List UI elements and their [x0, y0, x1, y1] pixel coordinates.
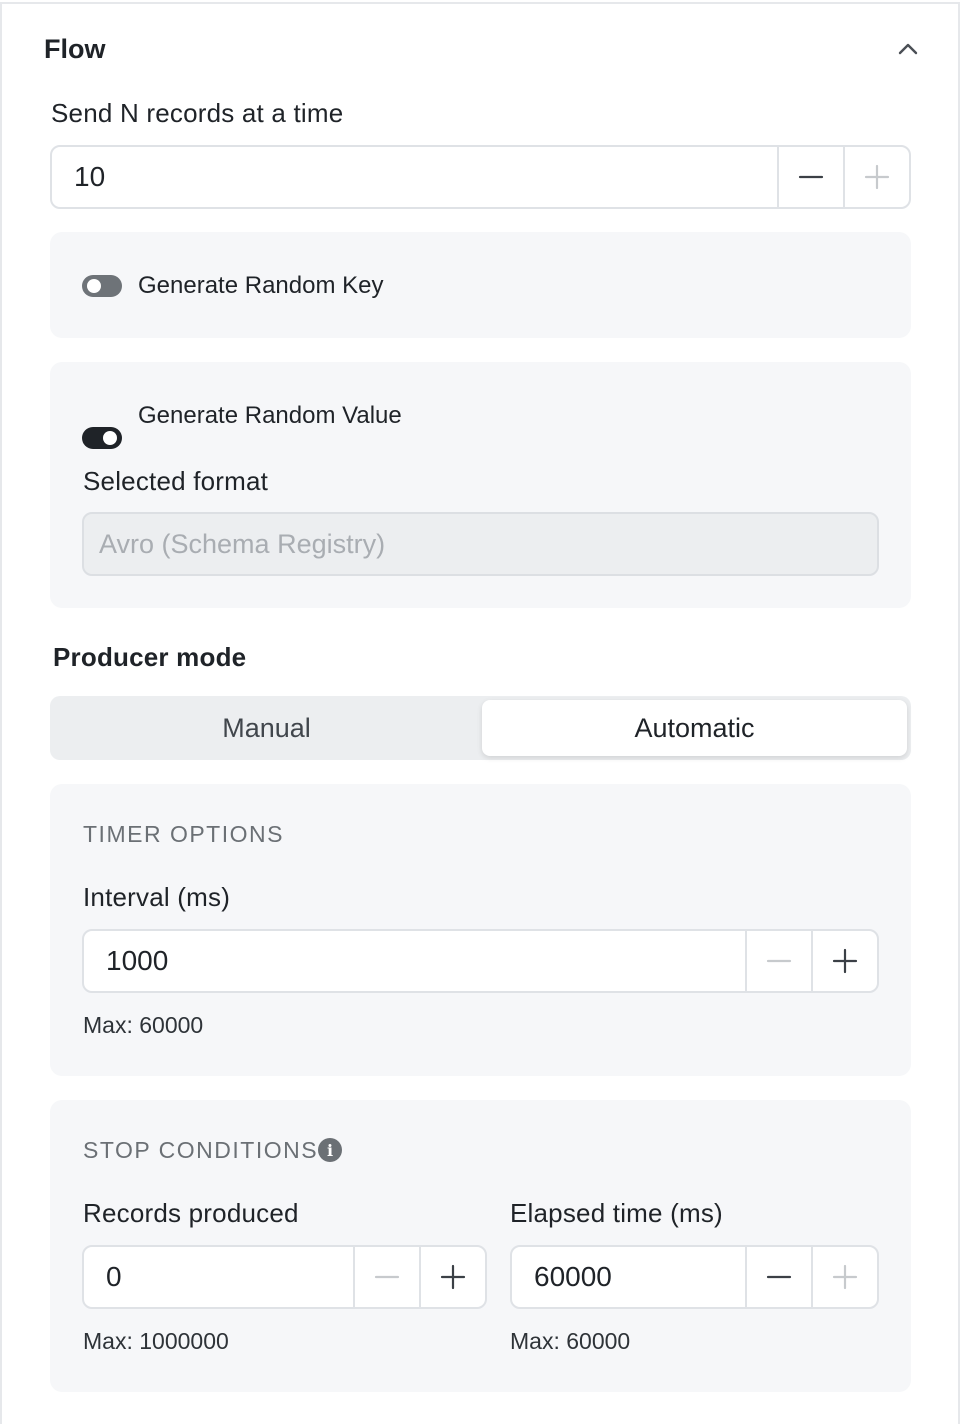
minus-icon	[766, 959, 792, 963]
records-produced-max-hint: Max: 1000000	[83, 1328, 229, 1354]
random-key-toggle[interactable]	[82, 275, 122, 297]
records-per-batch-label: Send N records at a time	[51, 98, 344, 128]
records-produced-label: Records produced	[83, 1198, 299, 1228]
plus-icon	[832, 948, 858, 974]
minus-icon	[766, 1275, 792, 1279]
format-select: Avro (Schema Registry)	[82, 512, 879, 576]
random-value-label: Generate Random Value	[138, 402, 402, 429]
increment-button[interactable]	[419, 1247, 485, 1307]
producer-mode-label: Producer mode	[53, 642, 247, 672]
increment-button[interactable]	[811, 931, 877, 991]
decrement-button[interactable]	[353, 1247, 419, 1307]
stop-conditions-caption: STOP CONDITIONS	[83, 1137, 319, 1163]
flow-panel: Flow Send N records at a time 10 Generat…	[0, 2, 960, 1424]
timer-options-caption: TIMER OPTIONS	[83, 821, 284, 847]
minus-icon	[798, 175, 824, 179]
info-icon[interactable]: i	[318, 1138, 342, 1162]
section-title: Flow	[44, 34, 106, 64]
records-produced-stepper: 0	[82, 1245, 487, 1309]
interval-stepper: 1000	[82, 929, 879, 993]
mode-manual-button[interactable]: Manual	[54, 700, 479, 756]
increment-button[interactable]	[811, 1247, 877, 1307]
plus-icon	[832, 1264, 858, 1290]
decrement-button[interactable]	[745, 1247, 811, 1307]
random-value-toggle[interactable]	[82, 427, 122, 449]
decrement-button[interactable]	[745, 931, 811, 991]
toggle-knob	[103, 431, 117, 445]
elapsed-time-stepper: 60000	[510, 1245, 879, 1309]
elapsed-time-input[interactable]: 60000	[512, 1247, 745, 1307]
random-key-label: Generate Random Key	[138, 272, 384, 299]
selected-format-label: Selected format	[83, 466, 269, 496]
plus-icon	[864, 164, 890, 190]
interval-max-hint: Max: 60000	[83, 1012, 204, 1038]
mode-automatic-button[interactable]: Automatic	[482, 700, 907, 756]
interval-input[interactable]: 1000	[84, 931, 745, 991]
toggle-knob	[87, 279, 101, 293]
decrement-button[interactable]	[777, 147, 843, 207]
records-per-batch-input[interactable]: 10	[52, 147, 777, 207]
interval-label: Interval (ms)	[83, 882, 231, 912]
plus-icon	[440, 1264, 466, 1290]
elapsed-time-max-hint: Max: 60000	[510, 1328, 631, 1354]
chevron-up-icon[interactable]	[895, 36, 921, 62]
increment-button[interactable]	[843, 147, 909, 207]
elapsed-time-label: Elapsed time (ms)	[510, 1198, 723, 1228]
minus-icon	[374, 1275, 400, 1279]
records-per-batch-stepper: 10	[50, 145, 911, 209]
records-produced-input[interactable]: 0	[84, 1247, 353, 1307]
